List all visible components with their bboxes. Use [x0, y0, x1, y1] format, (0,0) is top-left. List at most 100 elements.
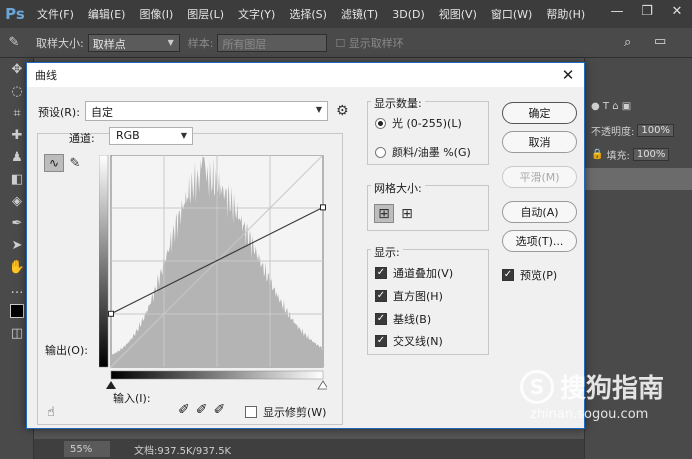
preset-select[interactable]: 自定 ▼: [85, 101, 328, 121]
curve-point: [320, 204, 326, 211]
watermark-main: 搜狗指南: [560, 374, 665, 404]
menu-filter[interactable]: 滤镜(T): [334, 6, 385, 22]
restore-icon[interactable]: ❐: [632, 0, 662, 22]
curve-point: [108, 310, 114, 317]
radio-light[interactable]: 光 (0-255)(L): [375, 115, 462, 131]
menu-image[interactable]: 图像(I): [132, 6, 180, 22]
histogram-checkbox[interactable]: ✓ 直方图(H): [375, 288, 443, 304]
check-icon: ✓: [375, 267, 387, 279]
cancel-button[interactable]: 取消: [502, 131, 577, 153]
opacity-field[interactable]: 100%: [637, 123, 674, 137]
fill-field[interactable]: 100%: [632, 147, 670, 161]
doc-size: 文档:937.5K/937.5K: [134, 445, 232, 457]
white-point-eyedropper-icon[interactable]: ✐: [213, 402, 225, 418]
checkbox-box: [245, 406, 257, 418]
white-slider: [317, 380, 329, 390]
check-icon: ✓: [375, 335, 387, 347]
show-ring-label: 显示取样环: [348, 36, 404, 50]
status-bar: 55% 文档:937.5K/937.5K: [34, 439, 584, 459]
channel-overlays-label: 通道叠加(V): [393, 267, 454, 280]
baseline-label: 基线(B): [393, 313, 432, 326]
menu-file[interactable]: 文件(F): [30, 6, 81, 22]
fill-row: 🔒 填充: 100%: [585, 142, 692, 166]
check-icon: ✓: [375, 290, 387, 302]
chevron-down-icon: ▼: [180, 131, 187, 140]
target-adjust-icon[interactable]: ☝: [47, 405, 55, 420]
opacity-label: 不透明度:: [591, 126, 635, 138]
channel-value: RGB: [116, 129, 140, 142]
radio-pigment[interactable]: 颜料/油墨 %(G): [375, 144, 471, 160]
gear-icon[interactable]: ⚙: [336, 103, 349, 119]
chevron-down-icon: ▼: [167, 37, 174, 47]
menu-layer[interactable]: 图层(L): [180, 6, 231, 22]
pigment-label: 颜料/油墨 %(G): [392, 146, 471, 159]
output-label: 输出(O):: [45, 344, 88, 357]
options-button[interactable]: 选项(T)...: [502, 230, 577, 252]
intersection-line-label: 交叉线(N): [393, 335, 443, 348]
search-icon[interactable]: ⌕: [624, 35, 631, 50]
pencil-icon[interactable]: ✎: [66, 154, 84, 172]
dialog-titlebar: 曲线 ✕: [27, 63, 584, 87]
dialog-title: 曲线: [35, 69, 57, 82]
sample-size-label: 取样大小:: [36, 36, 84, 50]
menubar: Ps 文件(F) 编辑(E) 图像(I) 图层(L) 文字(Y) 选择(S) 滤…: [0, 0, 692, 28]
close-window-icon[interactable]: ✕: [662, 0, 692, 22]
filter-pixel-icon[interactable]: ● T ⌂ ▣: [591, 101, 631, 112]
preset-value: 自定: [91, 106, 113, 119]
input-label: 输入(I):: [113, 392, 151, 405]
curves-dialog: 曲线 ✕ 预设(R): 自定 ▼ ⚙ 通道: RGB ▼ ∿ ✎ 输出(O): …: [26, 62, 585, 429]
black-slider: [106, 381, 116, 389]
grid-size-title: 网格大小:: [371, 180, 425, 196]
menu-view[interactable]: 视图(V): [432, 6, 484, 22]
eyedroppers: ✐ ✐ ✐: [178, 402, 225, 418]
channel-overlays-checkbox[interactable]: ✓ 通道叠加(V): [375, 265, 453, 281]
output-gradient-bar: [98, 154, 109, 368]
close-icon[interactable]: ✕: [558, 65, 578, 85]
menu-select[interactable]: 选择(S): [282, 6, 334, 22]
eyedropper-tool-icon[interactable]: ✎: [0, 32, 28, 54]
sample-size-select[interactable]: 取样点 ▼: [87, 33, 180, 52]
minimize-icon[interactable]: —: [602, 0, 632, 22]
menu-help[interactable]: 帮助(H): [539, 6, 592, 22]
zoom-level[interactable]: 55%: [64, 441, 110, 457]
auto-button[interactable]: 自动(A): [502, 201, 577, 223]
menu-window[interactable]: 窗口(W): [484, 6, 539, 22]
workspace-icon[interactable]: ▭: [654, 34, 666, 49]
channel-select[interactable]: RGB ▼: [109, 127, 193, 145]
intersection-line-checkbox[interactable]: ✓ 交叉线(N): [375, 333, 443, 349]
fill-label: 填充:: [606, 150, 630, 162]
check-icon: ✓: [375, 313, 387, 325]
gray-point-eyedropper-icon[interactable]: ✐: [196, 402, 208, 418]
baseline-checkbox[interactable]: ✓ 基线(B): [375, 311, 431, 327]
layer-row[interactable]: [585, 168, 692, 190]
light-label: 光 (0-255)(L): [392, 117, 462, 130]
check-icon: ✓: [502, 269, 514, 281]
curve-edit-icon[interactable]: ∿: [44, 154, 64, 172]
sample-size-value: 取样点: [92, 37, 126, 51]
channel-label: 通道:: [69, 132, 95, 145]
grid-10x10-icon[interactable]: ⊞: [397, 204, 417, 223]
smooth-button[interactable]: 平滑(M): [502, 166, 577, 188]
grid-4x4-icon[interactable]: ⊞: [374, 204, 394, 223]
window-controls: — ❐ ✕: [602, 0, 692, 22]
show-clipping-checkbox[interactable]: 显示修剪(W): [245, 404, 326, 420]
curve-graph-area: [98, 154, 329, 398]
preview-checkbox[interactable]: ✓ 预览(P): [502, 267, 557, 283]
curve-graph[interactable]: [98, 154, 329, 395]
menu-type[interactable]: 文字(Y): [231, 6, 282, 22]
show-title: 显示:: [371, 244, 403, 260]
chevron-down-icon: ▼: [315, 105, 322, 114]
black-point-eyedropper-icon[interactable]: ✐: [178, 402, 190, 418]
sample-value: 所有图层: [222, 37, 267, 51]
menu-3d[interactable]: 3D(D): [385, 8, 432, 21]
lock-icon[interactable]: 🔒: [591, 149, 603, 160]
show-ring-checkbox[interactable]: ☐ 显示取样环: [335, 35, 403, 51]
sogou-logo-icon: S: [520, 369, 554, 404]
menu-edit[interactable]: 编辑(E): [81, 6, 133, 22]
sample-select[interactable]: 所有图层: [217, 33, 328, 52]
show-clipping-label: 显示修剪(W): [263, 406, 327, 419]
layer-filter-row: ● T ⌂ ▣: [585, 94, 692, 118]
sample-label: 样本:: [187, 36, 214, 50]
ok-button[interactable]: 确定: [502, 102, 577, 124]
watermark-sub: zhinan.sogou.com: [530, 407, 649, 422]
